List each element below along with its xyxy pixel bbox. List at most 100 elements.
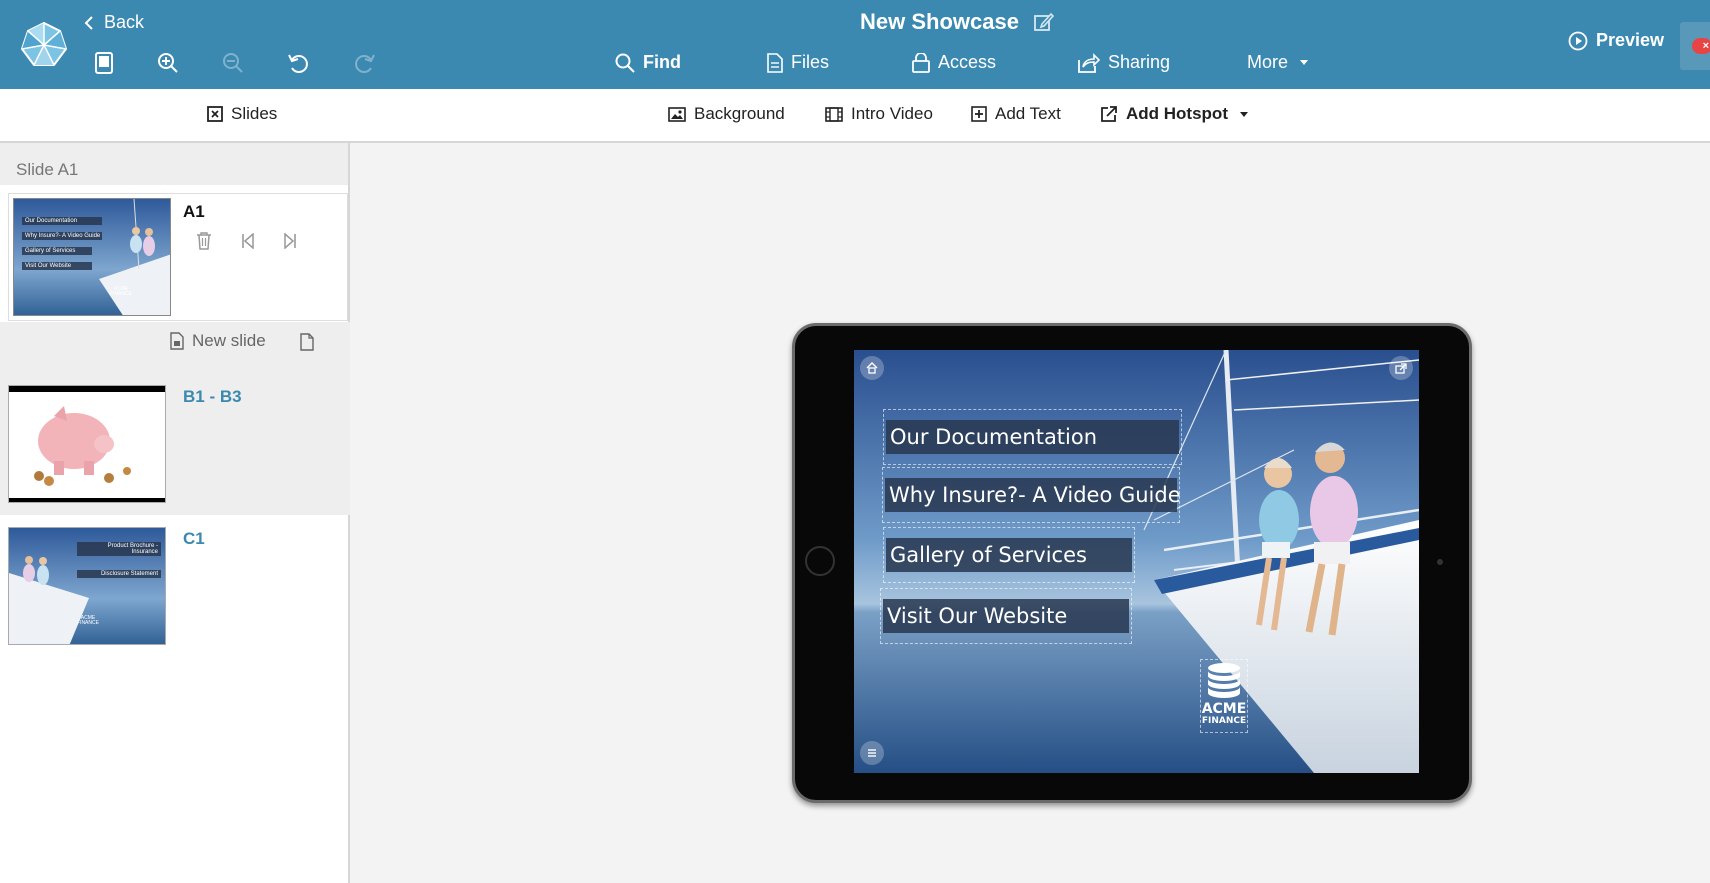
hotspot-button-label: Gallery of Services — [886, 538, 1132, 572]
tablet-camera — [1437, 559, 1443, 565]
slide-thumbnail-c1[interactable]: Product Brochure - Insurance Disclosure … — [8, 527, 166, 645]
new-slide-button[interactable]: New slide — [170, 331, 266, 351]
add-text-button[interactable]: Add Text — [971, 104, 1061, 124]
hotspot-why-insure[interactable]: Why Insure?- A Video Guide — [882, 467, 1181, 523]
home-icon[interactable] — [860, 356, 884, 380]
top-bar: Back New Showcase Find Files Access Shar… — [0, 0, 1710, 89]
undo-button[interactable] — [285, 50, 311, 76]
nav-sharing[interactable]: Sharing — [1078, 52, 1170, 73]
image-icon — [668, 106, 686, 122]
thumb-logo: ACME FINANCE — [110, 287, 132, 297]
plus-square-icon — [971, 106, 987, 122]
film-icon — [825, 106, 843, 122]
tablet-view-button[interactable] — [91, 50, 117, 76]
skip-back-icon — [242, 233, 254, 249]
slide-label-a1[interactable]: A1 — [183, 202, 205, 222]
thumb-logo: ACME FINANCE — [77, 616, 99, 626]
thumb-button-label: Visit Our Website — [22, 262, 92, 270]
nav-more-label: More — [1247, 52, 1289, 72]
acme-finance-logo[interactable]: ACME FINANCE — [1200, 659, 1248, 733]
hotspot-visit-our-website[interactable]: Visit Our Website — [880, 588, 1132, 644]
tablet-home-button — [805, 546, 835, 576]
editor-toolbar: Slides Background Intro Video Add Text A… — [0, 89, 1710, 143]
nav-access[interactable]: Access — [912, 52, 996, 73]
menu-icon[interactable] — [860, 741, 884, 765]
tablet-icon — [95, 52, 113, 74]
preview-button[interactable]: Preview — [1568, 30, 1664, 51]
thumb-button-label: Gallery of Services — [22, 247, 92, 255]
back-button[interactable]: Back — [84, 12, 144, 33]
add-hotspot-button[interactable]: Add Hotspot — [1100, 104, 1248, 124]
slide-canvas[interactable]: Our Documentation Why Insure?- A Video G… — [854, 350, 1419, 773]
nav-more[interactable]: More — [1247, 52, 1309, 73]
move-slide-first-button[interactable] — [237, 230, 259, 252]
play-circle-icon — [1568, 31, 1588, 50]
external-link-icon — [1101, 106, 1117, 122]
showcase-title: New Showcase — [860, 9, 1055, 35]
back-label: Back — [104, 12, 145, 32]
tablet-preview-frame: Our Documentation Why Insure?- A Video G… — [792, 323, 1472, 803]
slide-thumbnail-b1-b3[interactable] — [8, 385, 166, 503]
chevron-left-icon — [84, 15, 93, 30]
thumb-button-label: Disclosure Statement — [77, 570, 161, 578]
thumb-logo-line: FINANCE — [77, 620, 99, 626]
toggle-slides-button[interactable]: Slides — [207, 104, 277, 124]
slides-label: Slides — [231, 104, 278, 123]
slide-label-c1[interactable]: C1 — [183, 529, 205, 549]
new-blank-page-button[interactable] — [296, 331, 318, 353]
zoom-in-icon — [158, 53, 178, 73]
close-editor-button[interactable]: × — [1680, 22, 1710, 70]
close-icon: × — [1692, 38, 1710, 54]
slide-thumbnail-a1[interactable]: Our Documentation Why Insure?- A Video G… — [13, 198, 171, 316]
background-button[interactable]: Background — [668, 104, 785, 124]
app-logo-icon[interactable] — [16, 19, 72, 71]
nav-sharing-label: Sharing — [1108, 52, 1171, 72]
move-slide-last-button[interactable] — [279, 230, 301, 252]
slide-label-b1-b3[interactable]: B1 - B3 — [183, 387, 242, 407]
hotspot-our-documentation[interactable]: Our Documentation — [883, 409, 1182, 465]
thumb-button-label: Our Documentation — [22, 217, 102, 225]
redo-icon — [355, 54, 375, 73]
undo-icon — [288, 54, 308, 73]
thumb-button-label: Product Brochure - Insurance — [77, 542, 161, 556]
showcase-title-text: New Showcase — [860, 9, 1019, 34]
background-label: Background — [694, 104, 785, 123]
file-icon — [767, 52, 783, 73]
zoom-out-button[interactable] — [220, 50, 246, 76]
hotspot-gallery-of-services[interactable]: Gallery of Services — [883, 527, 1135, 583]
new-slide-label: New slide — [192, 331, 266, 350]
nav-find[interactable]: Find — [615, 52, 681, 73]
close-square-icon — [207, 106, 223, 122]
search-icon — [615, 53, 635, 73]
share-icon — [1078, 52, 1100, 73]
hotspot-button-label: Visit Our Website — [883, 599, 1129, 633]
slide-section-title: Slide A1 — [0, 143, 348, 185]
caret-down-icon — [1300, 60, 1309, 65]
caret-down-icon — [1239, 111, 1248, 117]
delete-slide-button[interactable] — [193, 230, 215, 252]
trash-icon — [197, 232, 211, 250]
preview-label: Preview — [1596, 30, 1665, 50]
nav-files-label: Files — [791, 52, 830, 72]
hotspot-button-label: Our Documentation — [886, 420, 1179, 454]
edit-title-icon[interactable] — [1033, 11, 1055, 33]
nav-files[interactable]: Files — [767, 52, 829, 73]
thumb-button-label: Why Insure?- A Video Guide — [22, 232, 102, 240]
nav-access-label: Access — [938, 52, 997, 72]
new-slide-icon — [170, 332, 184, 350]
slide-card-a1[interactable]: Our Documentation Why Insure?- A Video G… — [8, 193, 348, 321]
add-hotspot-label: Add Hotspot — [1126, 104, 1228, 123]
nav-find-label: Find — [643, 52, 681, 72]
zoom-out-icon — [223, 53, 243, 73]
piggy-bank-thumbnail — [9, 386, 165, 502]
intro-video-button[interactable]: Intro Video — [825, 104, 933, 124]
zoom-in-button[interactable] — [155, 50, 181, 76]
slides-panel: Slide A1 Our Documentation Why Insure?- … — [0, 143, 350, 883]
skip-forward-icon — [284, 233, 296, 249]
share-icon[interactable] — [1389, 356, 1413, 380]
thumb-logo-line: FINANCE — [110, 291, 132, 297]
lock-icon — [912, 52, 930, 73]
redo-button[interactable] — [352, 50, 378, 76]
database-icon — [1208, 663, 1240, 698]
intro-video-label: Intro Video — [851, 104, 933, 123]
